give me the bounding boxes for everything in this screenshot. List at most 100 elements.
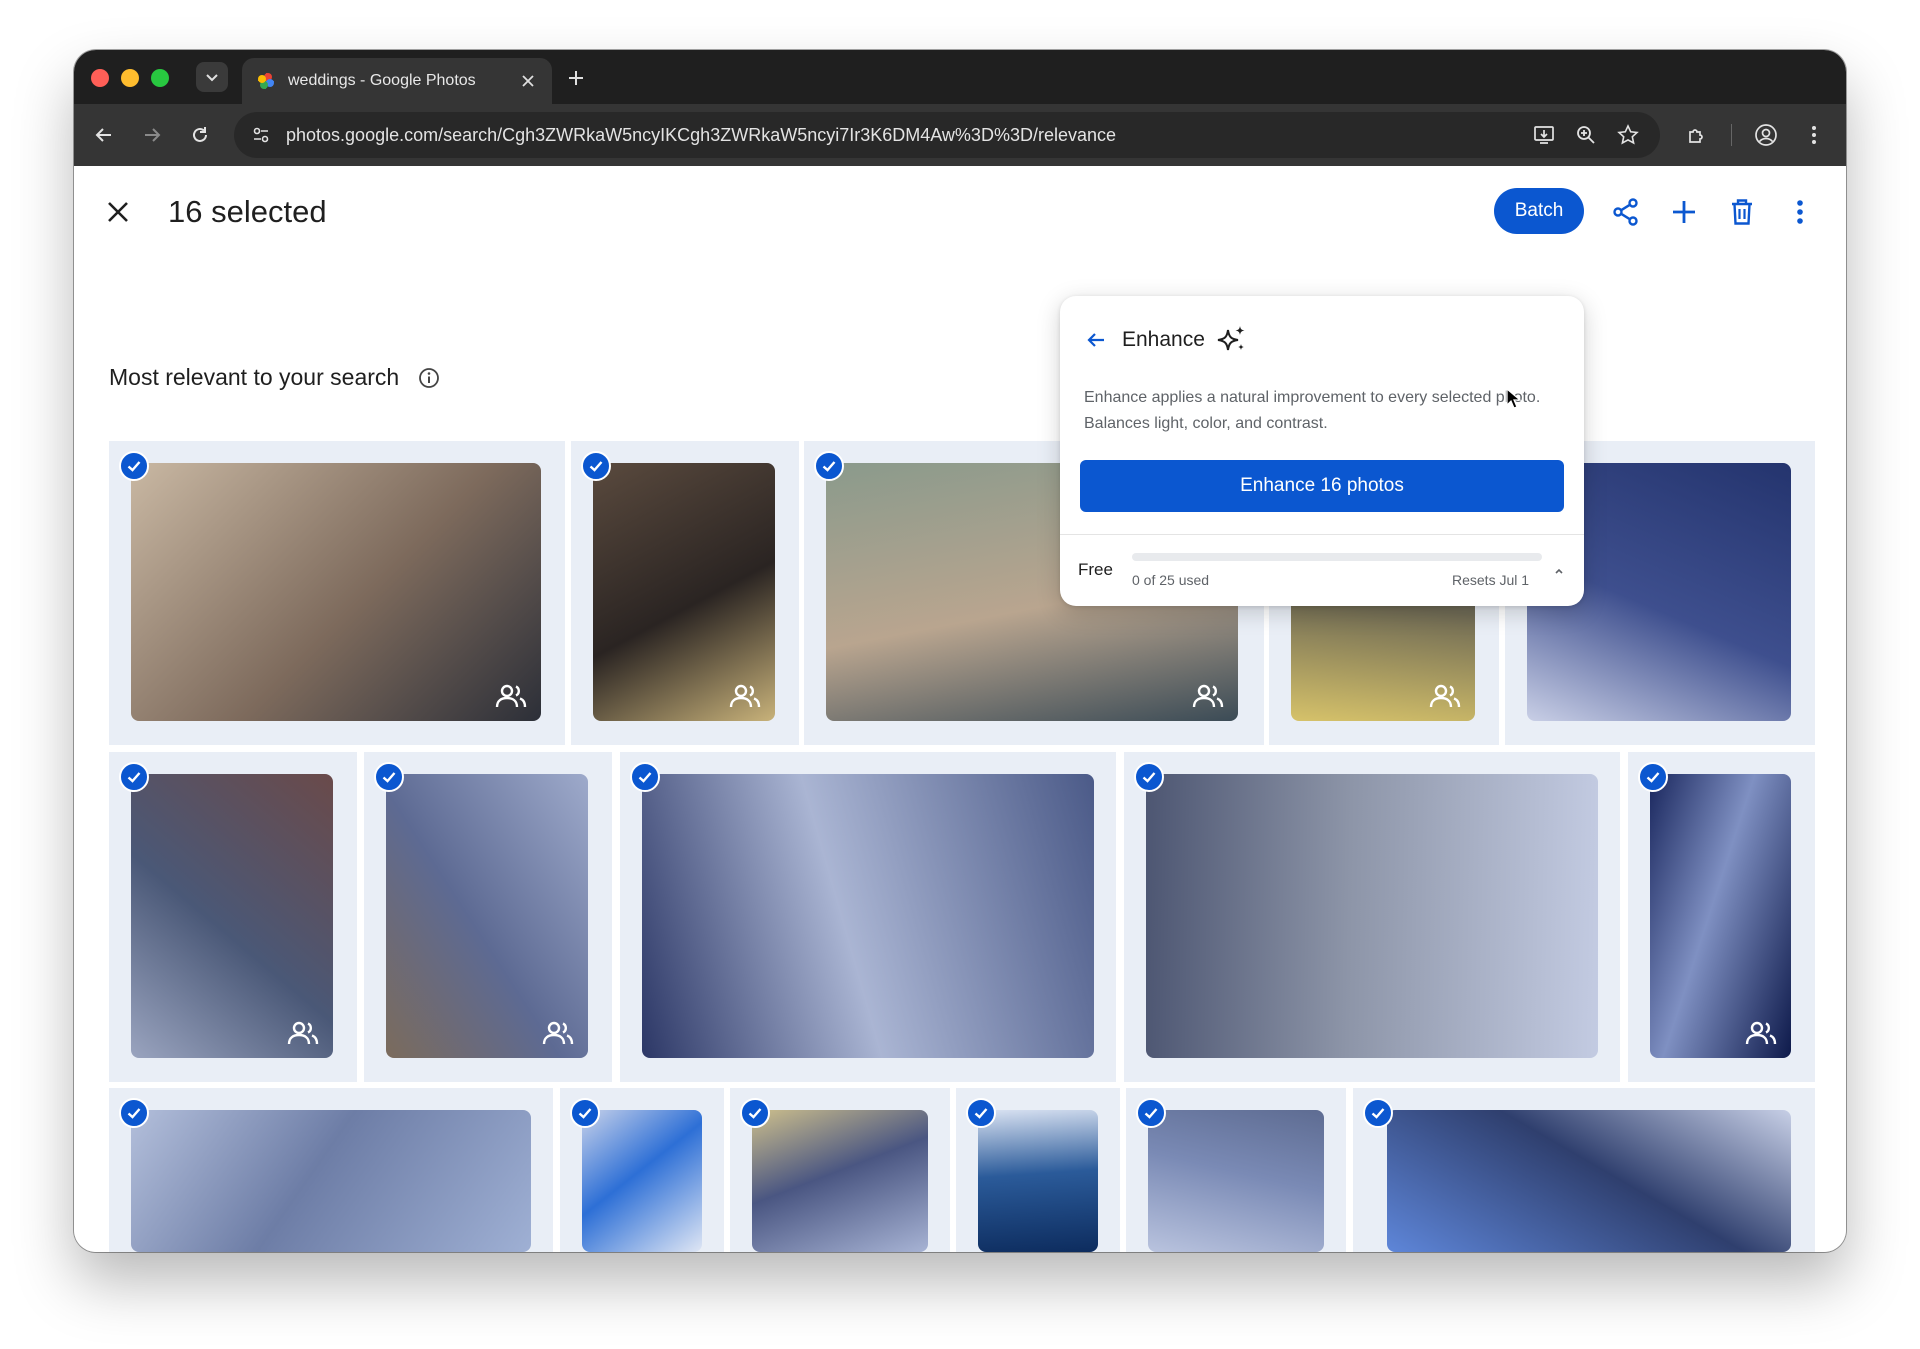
check-icon	[382, 772, 396, 783]
selected-check-button[interactable]	[1363, 1098, 1393, 1128]
new-tab-button[interactable]	[562, 64, 590, 92]
address-bar[interactable]: photos.google.com/search/Cgh3ZWRkaW5ncyI…	[234, 112, 1660, 158]
check-icon	[127, 1108, 141, 1119]
enhance-popover: Enhance Enhance applies a natural improv…	[1060, 296, 1584, 606]
info-icon	[419, 367, 440, 388]
site-info-icon[interactable]	[248, 122, 274, 148]
toolbar-divider	[1731, 124, 1732, 146]
selected-check-button[interactable]	[119, 451, 149, 481]
photo-thumbnail[interactable]	[1387, 1110, 1791, 1252]
photo-thumbnail[interactable]	[752, 1110, 928, 1252]
photo-thumbnail[interactable]	[1650, 774, 1791, 1058]
add-to-button[interactable]	[1664, 192, 1704, 232]
selected-check-button[interactable]	[1136, 1098, 1166, 1128]
selected-check-button[interactable]	[119, 762, 149, 792]
selected-check-button[interactable]	[581, 451, 611, 481]
check-icon	[748, 1108, 762, 1119]
share-button[interactable]	[1606, 192, 1646, 232]
reset-label: Resets Jul 1	[1452, 572, 1530, 588]
enhance-title: Enhance	[1122, 328, 1205, 351]
popover-divider	[1060, 534, 1584, 535]
selected-check-button[interactable]	[630, 762, 660, 792]
close-icon	[108, 202, 128, 222]
check-icon	[822, 461, 836, 472]
people-icon	[727, 681, 763, 711]
add-icon	[1673, 201, 1695, 223]
section-title: Most relevant to your search	[109, 364, 400, 390]
people-icon	[493, 681, 529, 711]
tab-bar: weddings - Google Photos	[74, 50, 1846, 104]
check-icon	[638, 772, 652, 783]
photo-thumbnail[interactable]	[642, 774, 1094, 1058]
url-text: photos.google.com/search/Cgh3ZWRkaW5ncyI…	[286, 124, 1117, 145]
people-icon	[1190, 681, 1226, 711]
selected-check-button[interactable]	[966, 1098, 996, 1128]
more-options-button[interactable]	[1780, 192, 1820, 232]
check-icon	[1142, 772, 1156, 783]
selected-check-button[interactable]	[374, 762, 404, 792]
photo-thumbnail[interactable]	[582, 1110, 702, 1252]
photo-thumbnail[interactable]	[131, 1110, 531, 1252]
check-icon	[127, 461, 141, 472]
usage-progress-bar	[1132, 553, 1542, 561]
reload-button[interactable]	[184, 119, 216, 151]
people-icon	[1427, 681, 1463, 711]
check-icon	[578, 1108, 592, 1119]
browser-tab-active[interactable]: weddings - Google Photos	[242, 58, 552, 104]
bookmark-star-icon[interactable]	[1614, 121, 1642, 149]
browser-toolbar: photos.google.com/search/Cgh3ZWRkaW5ncyI…	[74, 104, 1846, 166]
caret-up-icon[interactable]	[1554, 566, 1564, 576]
clear-selection-button[interactable]	[100, 194, 136, 230]
photo-thumbnail[interactable]	[978, 1110, 1098, 1252]
photo-thumbnail[interactable]	[1148, 1110, 1324, 1252]
selected-check-button[interactable]	[119, 1098, 149, 1128]
selected-check-button[interactable]	[570, 1098, 600, 1128]
profile-icon[interactable]	[1752, 121, 1780, 149]
check-icon	[974, 1108, 988, 1119]
minimize-window-button[interactable]	[121, 69, 139, 87]
batch-button[interactable]: Batch	[1494, 188, 1584, 234]
usage-label: 0 of 25 used	[1132, 572, 1210, 588]
selected-check-button[interactable]	[1638, 762, 1668, 792]
reload-icon	[193, 127, 207, 142]
photo-thumbnail[interactable]	[131, 774, 333, 1058]
check-icon	[127, 772, 141, 783]
install-app-icon[interactable]	[1530, 121, 1558, 149]
back-button[interactable]	[1082, 326, 1110, 354]
check-icon	[1371, 1108, 1385, 1119]
close-icon	[522, 75, 534, 87]
sparkle-icon	[1217, 326, 1245, 351]
info-button[interactable]	[417, 366, 441, 390]
selection-header: 16 selected Batch	[74, 166, 1846, 246]
enhance-photos-button[interactable]: Enhance 16 photos	[1080, 460, 1564, 512]
tab-search-button[interactable]	[196, 62, 228, 92]
people-icon	[540, 1018, 576, 1048]
delete-button[interactable]	[1722, 192, 1762, 232]
selected-check-button[interactable]	[740, 1098, 770, 1128]
chevron-down-icon	[206, 74, 218, 82]
tab-title: weddings - Google Photos	[288, 72, 476, 89]
tab-close-button[interactable]	[518, 71, 538, 91]
people-icon	[285, 1018, 321, 1048]
selected-check-button[interactable]	[814, 451, 844, 481]
arrow-forward-icon	[145, 128, 161, 142]
mouse-cursor-icon	[1506, 388, 1522, 409]
close-window-button[interactable]	[91, 69, 109, 87]
extensions-icon[interactable]	[1683, 121, 1711, 149]
people-icon	[1743, 1018, 1779, 1048]
forward-button[interactable]	[136, 119, 168, 151]
back-button[interactable]	[88, 119, 120, 151]
google-photos-icon	[258, 73, 274, 89]
photo-thumbnail[interactable]	[1146, 774, 1598, 1058]
arrow-back-icon	[1087, 333, 1104, 347]
enhance-description: Enhance applies a natural improvement to…	[1084, 389, 1541, 432]
trash-icon	[1732, 199, 1752, 225]
zoom-icon[interactable]	[1572, 121, 1600, 149]
photo-thumbnail[interactable]	[386, 774, 588, 1058]
browser-menu-icon[interactable]	[1800, 121, 1828, 149]
selected-check-button[interactable]	[1134, 762, 1164, 792]
photo-thumbnail[interactable]	[131, 463, 541, 721]
plan-label: Free	[1078, 560, 1113, 579]
maximize-window-button[interactable]	[151, 69, 169, 87]
selected-count: 16 selected	[168, 194, 327, 229]
